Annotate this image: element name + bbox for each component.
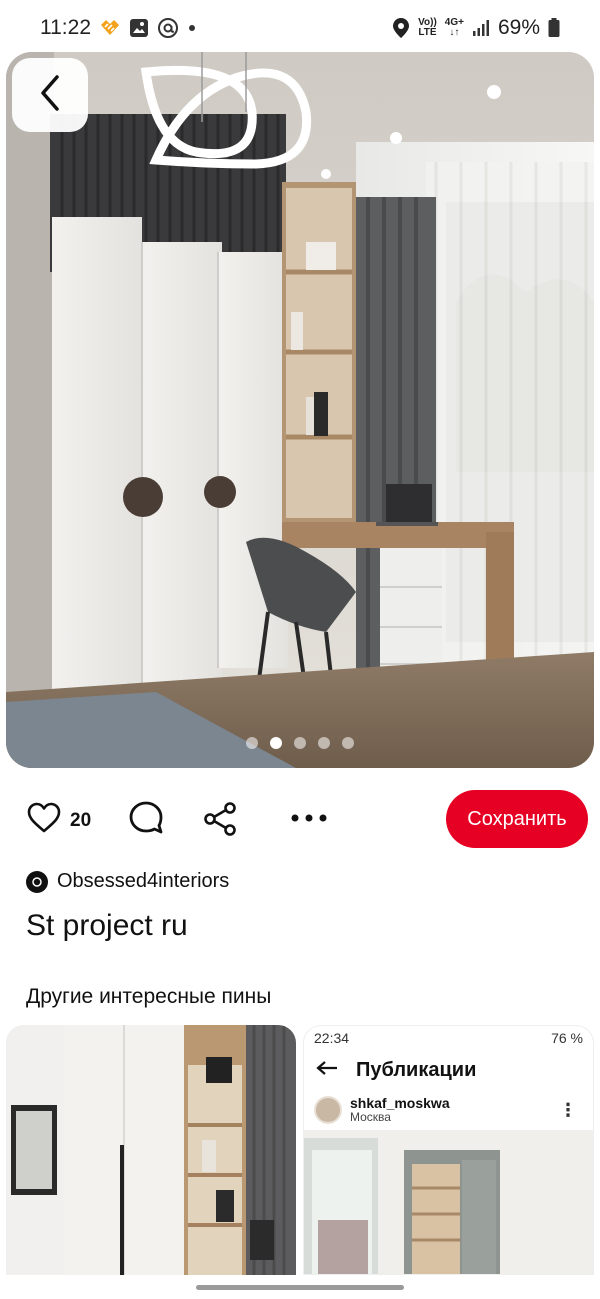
like-button[interactable]: 20 xyxy=(26,802,91,839)
gallery-icon xyxy=(129,18,149,38)
volte-bottom: LTE xyxy=(418,27,437,38)
related-pin-2-time: 22:34 xyxy=(314,1030,350,1046)
carousel-dot[interactable] xyxy=(342,737,354,749)
carousel-dot[interactable] xyxy=(246,737,258,749)
status-right: Vo)) LTE 4G+ ↓↑ 69% xyxy=(392,16,560,40)
home-indicator[interactable] xyxy=(196,1285,404,1290)
carousel-dot-active[interactable] xyxy=(270,737,282,749)
pin-title: St project ru xyxy=(26,909,188,942)
related-pin-2-user: shkaf_moskwa Москва ⋮ xyxy=(304,1090,593,1130)
related-pin-1-image xyxy=(6,1025,296,1275)
location-icon xyxy=(392,17,410,39)
related-pin-2[interactable]: 22:34 76 % Публикации shkaf_moskwa Москв… xyxy=(303,1025,594,1275)
share-icon xyxy=(203,802,239,841)
battery-icon xyxy=(548,18,560,38)
at-sign-icon xyxy=(157,17,179,39)
volte-indicator: Vo)) LTE xyxy=(418,18,437,38)
related-pin-1[interactable] xyxy=(6,1025,296,1275)
status-bar: 11:22 Vo)) LTE 4G+ ↓↑ 69% xyxy=(0,0,600,56)
heart-notification-icon xyxy=(99,19,121,37)
related-pin-2-header: Публикации xyxy=(304,1050,593,1090)
related-pin-2-heading: Публикации xyxy=(356,1058,477,1081)
kebab-icon: ⋮ xyxy=(559,1100,577,1120)
interior-photo xyxy=(6,52,594,768)
dot-icon xyxy=(187,23,197,33)
status-time: 11:22 xyxy=(40,16,91,39)
heart-icon xyxy=(26,802,62,839)
like-count: 20 xyxy=(70,809,92,831)
avatar xyxy=(314,1096,342,1124)
save-button[interactable]: Сохранить xyxy=(446,790,588,848)
avatar xyxy=(26,870,48,893)
related-pin-2-statusbar: 22:34 76 % xyxy=(304,1026,593,1050)
related-pin-2-battery: 76 % xyxy=(551,1030,583,1046)
network-indicator: 4G+ ↓↑ xyxy=(445,18,464,38)
status-left: 11:22 xyxy=(40,16,197,40)
chevron-left-icon xyxy=(35,73,65,118)
related-pin-2-image xyxy=(304,1130,593,1274)
pin-actions: 20 Сохранить xyxy=(0,788,600,850)
carousel-dot[interactable] xyxy=(294,737,306,749)
related-pin-2-userinfo: shkaf_moskwa Москва xyxy=(350,1096,450,1124)
carousel-dot[interactable] xyxy=(318,737,330,749)
arrow-left-icon xyxy=(316,1059,338,1082)
more-options-button[interactable] xyxy=(290,810,328,828)
more-dots-icon xyxy=(290,810,328,828)
related-pin-2-location: Москва xyxy=(350,1110,391,1124)
carousel-indicator xyxy=(0,737,600,749)
battery-percent: 69% xyxy=(497,16,540,39)
related-pin-2-username: shkaf_moskwa xyxy=(350,1095,450,1111)
pin-image[interactable] xyxy=(6,52,594,768)
signal-icon xyxy=(472,19,490,37)
share-button[interactable] xyxy=(203,802,239,841)
pin-author[interactable]: Obsessed4interiors xyxy=(26,870,229,893)
network-bottom: ↓↑ xyxy=(449,27,460,38)
back-button[interactable] xyxy=(12,58,88,132)
comment-button[interactable] xyxy=(128,800,164,841)
more-pins-heading: Другие интересные пины xyxy=(26,985,272,1008)
comment-icon xyxy=(128,800,164,841)
author-name: Obsessed4interiors xyxy=(57,870,230,892)
